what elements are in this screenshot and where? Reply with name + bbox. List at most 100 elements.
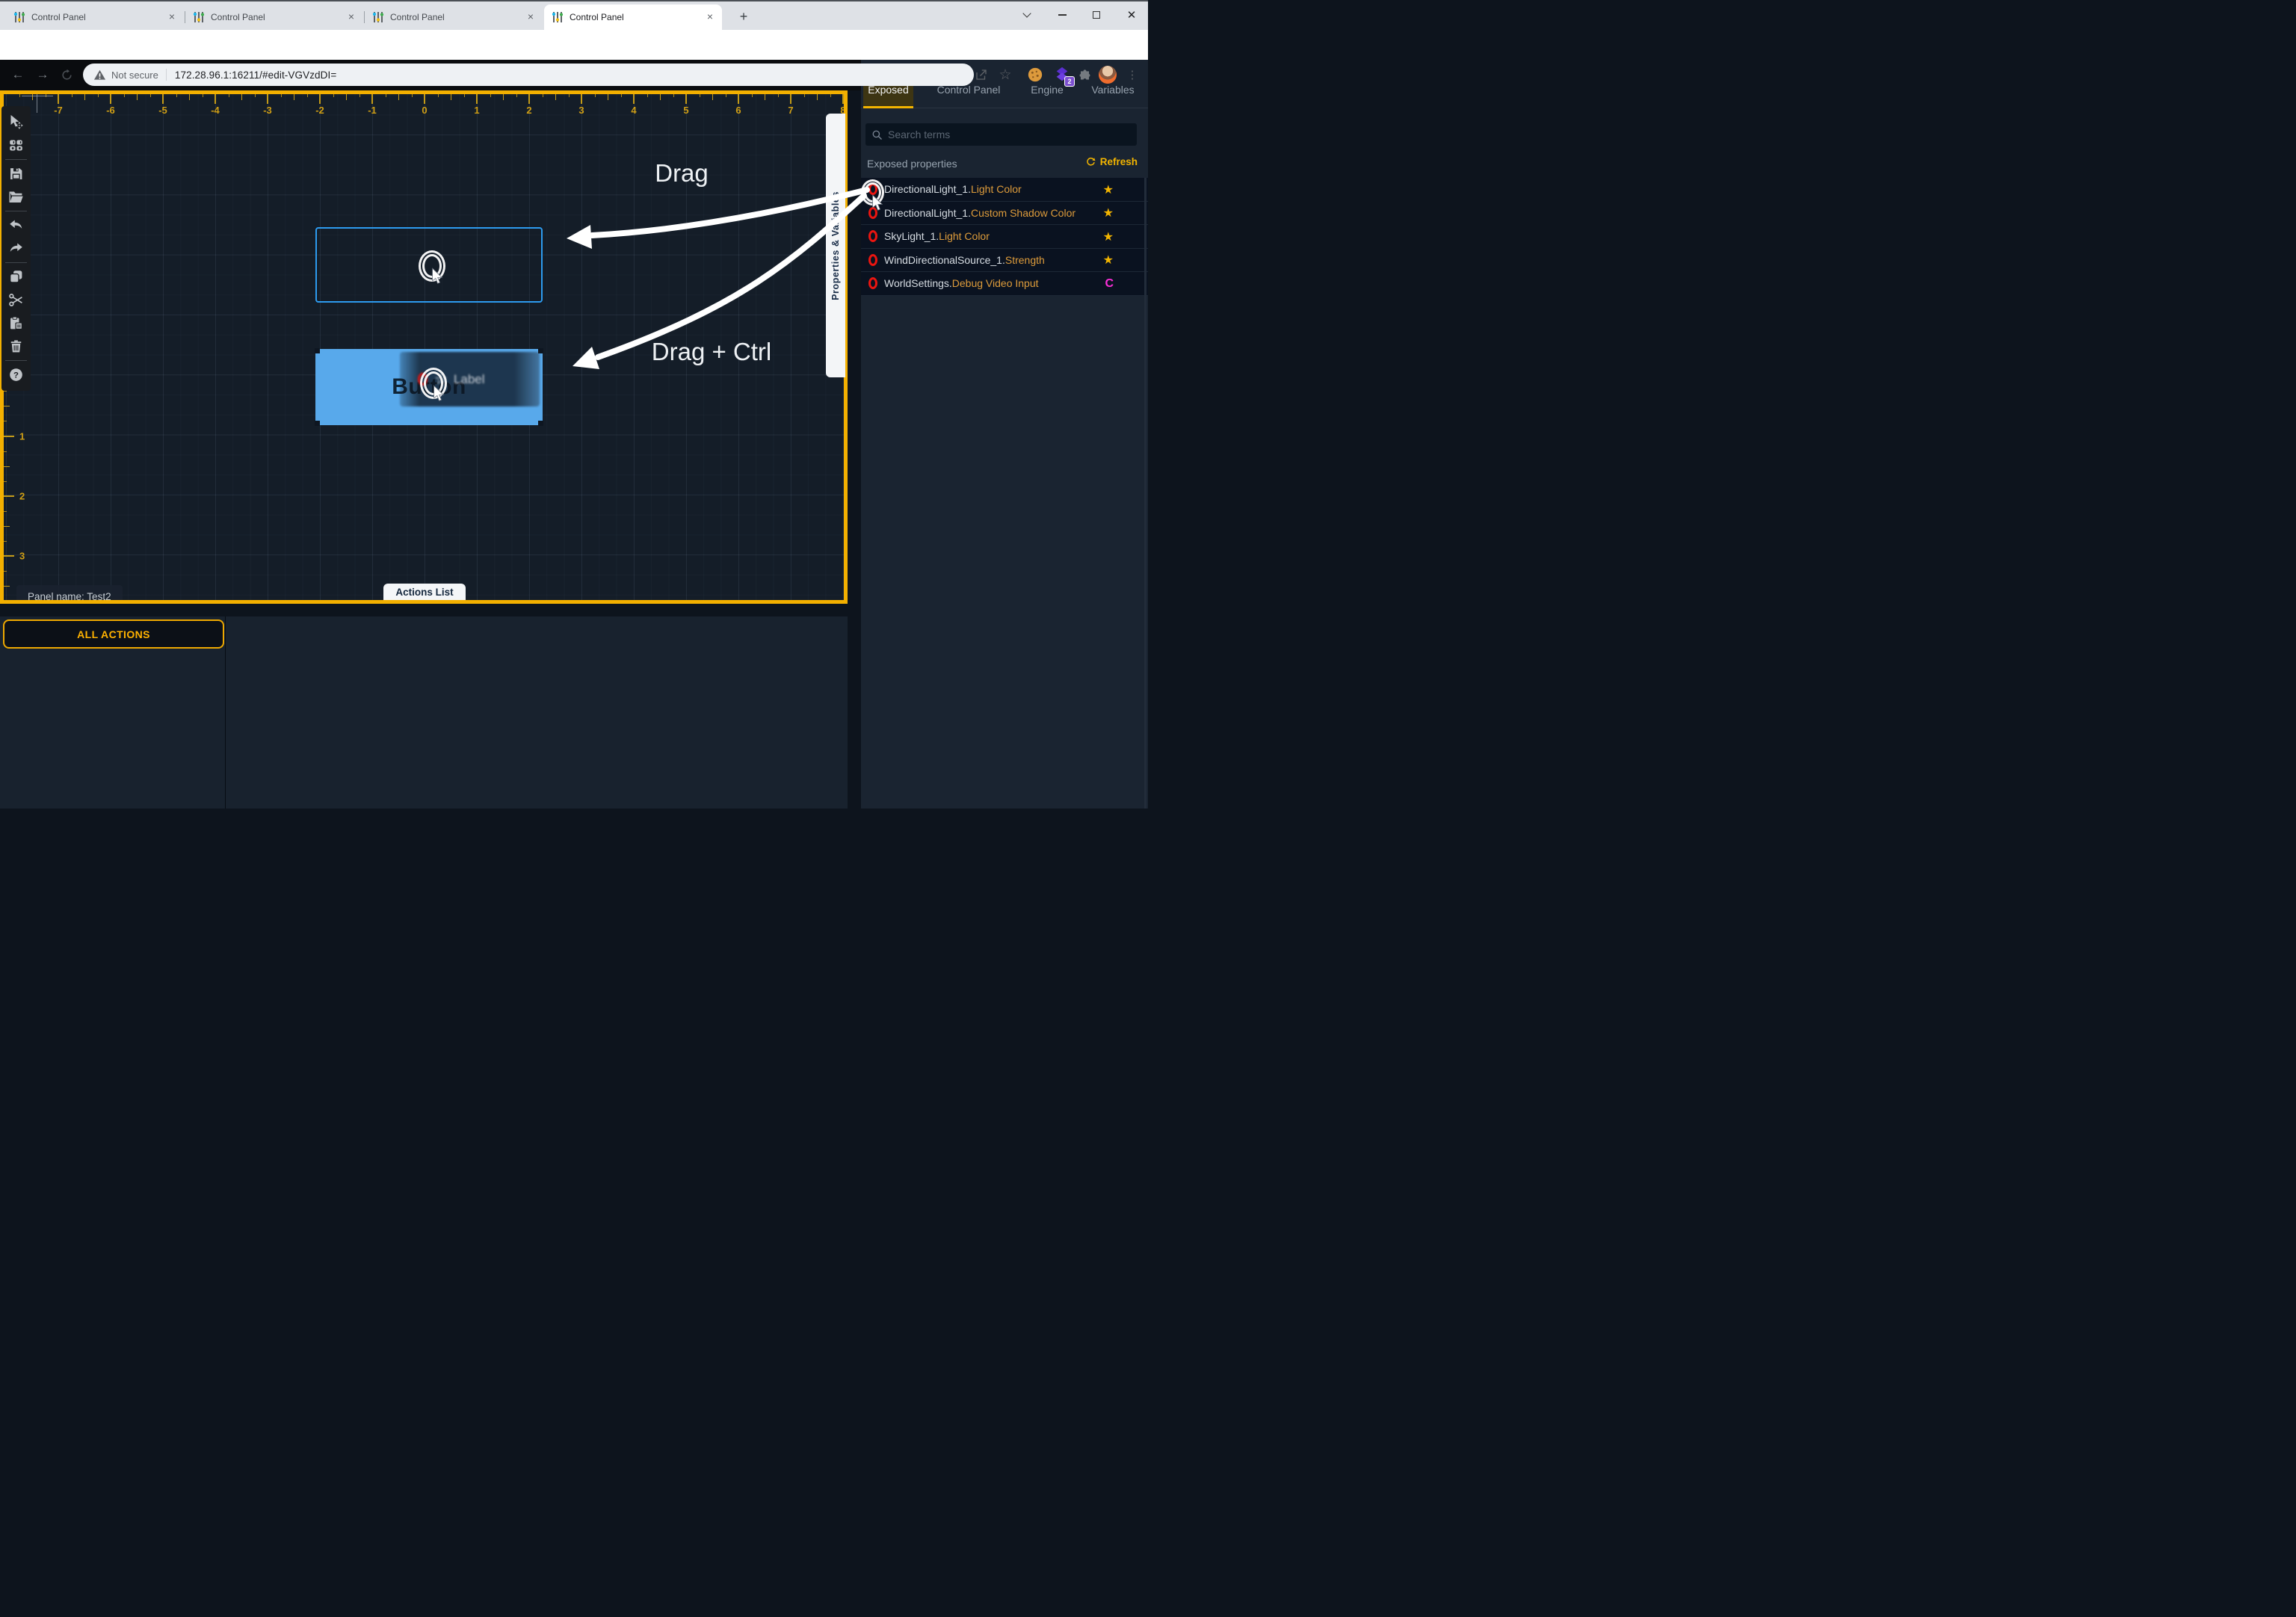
property-name: Strength (1005, 254, 1045, 266)
refresh-button[interactable]: Refresh (1085, 156, 1138, 167)
share-icon[interactable] (972, 65, 991, 84)
ruler-tick (4, 511, 7, 512)
property-row[interactable]: DirectionalLight_1.Custom Shadow Color ★ (861, 202, 1148, 226)
close-tab-icon[interactable]: × (166, 11, 178, 23)
property-name: Debug Video Input (952, 277, 1039, 289)
new-tab-button[interactable]: + (735, 9, 752, 25)
favorite-star-icon[interactable]: ★ (1103, 202, 1114, 225)
property-name: Light Color (971, 183, 1022, 195)
copy-icon[interactable] (1, 265, 31, 288)
profile-avatar[interactable] (1098, 65, 1117, 84)
search-input[interactable] (888, 129, 1131, 140)
tab-title: Control Panel (211, 12, 345, 22)
close-tab-icon[interactable]: × (525, 11, 537, 23)
select-move-icon[interactable] (1, 111, 31, 134)
property-row[interactable]: WindDirectionalSource_1.Strength ★ (861, 249, 1148, 273)
open-folder-icon[interactable] (1, 185, 31, 208)
search-icon (871, 129, 883, 140)
ruler-tick (4, 436, 14, 437)
close-tab-icon[interactable]: × (704, 11, 716, 23)
property-name: Custom Shadow Color (971, 207, 1076, 219)
url-field[interactable]: Not secure 172.28.96.1:16211/#edit-VGVzd… (83, 64, 974, 86)
ruler-tick (4, 571, 7, 572)
resize-handle[interactable] (538, 421, 543, 426)
refresh-label: Refresh (1100, 156, 1138, 167)
red-ring-icon[interactable] (868, 277, 877, 289)
ruler-tick (4, 541, 7, 542)
sidebar-scrollbar[interactable] (1144, 178, 1147, 808)
browser-tab-2[interactable]: Control Panel × (185, 4, 363, 30)
save-icon[interactable] (1, 162, 31, 185)
ruler-tick (4, 481, 7, 482)
favorite-star-icon[interactable]: ★ (1103, 225, 1114, 248)
control-panel-favicon (13, 11, 25, 23)
actions-panel-divider (225, 616, 226, 808)
browser-tab-1[interactable]: Control Panel × (6, 4, 184, 30)
mouse-cursor (433, 385, 445, 402)
exposed-properties-list: DirectionalLight_1.Light Color ★ Directi… (861, 178, 1148, 296)
extensions-puzzle-icon[interactable] (1075, 65, 1094, 84)
search-box[interactable] (865, 123, 1137, 146)
property-name: Light Color (939, 230, 990, 242)
panel-name-badge: Panel name: Test2 (16, 585, 123, 600)
chevron-down-icon[interactable] (1016, 7, 1038, 22)
exposed-properties-title: Exposed properties (867, 158, 957, 170)
ruler-tick (4, 466, 10, 467)
redo-icon[interactable] (1, 237, 31, 260)
browser-tab-4-active[interactable]: Control Panel × (544, 4, 722, 30)
maximize-button[interactable] (1085, 7, 1108, 22)
control-panel-app: ⚙ Read: Write: ▶ -7-6-5-4-3-2-1012345678… (0, 60, 1148, 808)
property-row[interactable]: WorldSettings.Debug Video Input C (861, 272, 1148, 296)
paste-icon[interactable] (1, 312, 31, 335)
properties-variables-label: Properties & Variables (830, 191, 841, 300)
mouse-cursor (431, 268, 444, 285)
browser-address-bar: ← → Not secure 172.28.96.1:16211/#edit-V… (0, 30, 1148, 60)
widgets-icon[interactable] (1, 134, 31, 157)
ruler-tick (4, 391, 7, 392)
forward-arrow-icon[interactable]: → (34, 66, 52, 84)
resize-handle[interactable] (315, 421, 320, 426)
drag-annotation: Drag (637, 159, 726, 188)
properties-variables-tab[interactable]: Properties & Variables (826, 114, 845, 377)
help-icon[interactable]: ? (1, 363, 31, 386)
undo-icon[interactable] (1, 214, 31, 237)
red-ring-icon[interactable] (868, 230, 877, 242)
url-divider (166, 69, 167, 81)
purple-extension-icon[interactable]: 2 (1052, 65, 1072, 84)
property-owner: SkyLight_1. (884, 230, 939, 242)
close-tab-icon[interactable]: × (345, 11, 357, 23)
resize-handle[interactable] (315, 348, 320, 353)
security-label[interactable]: Not secure (111, 69, 158, 81)
extension-badge: 2 (1064, 76, 1075, 87)
minimize-button[interactable] (1051, 7, 1073, 22)
favorite-star-icon[interactable]: ★ (1103, 249, 1114, 272)
cut-icon[interactable] (1, 288, 31, 312)
cookie-extension-icon[interactable] (1025, 65, 1045, 84)
ruler-tick (4, 495, 14, 497)
property-row[interactable]: DirectionalLight_1.Light Color ★ (861, 178, 1148, 202)
tab-title: Control Panel (570, 12, 704, 22)
ghost-label: Label (454, 372, 485, 387)
control-panel-favicon (552, 11, 564, 23)
all-actions-button[interactable]: ALL ACTIONS (3, 619, 224, 649)
window-top-border (0, 0, 1148, 1)
right-sidebar: Exposed Control Panel Engine Variables E… (861, 60, 1148, 808)
close-window-button[interactable]: ✕ (1120, 7, 1143, 22)
toolbar-divider (5, 360, 27, 361)
back-arrow-icon[interactable]: ← (9, 66, 27, 84)
reload-icon[interactable] (58, 66, 75, 84)
red-ring-icon[interactable] (868, 254, 877, 266)
ruler-label: 3 (19, 551, 25, 562)
property-row[interactable]: SkyLight_1.Light Color ★ (861, 225, 1148, 249)
kebab-menu-icon[interactable]: ⋮ (1123, 65, 1142, 84)
ruler-label: 1 (19, 430, 25, 442)
favorite-star-icon[interactable]: ★ (1103, 178, 1114, 201)
url-text[interactable]: 172.28.96.1:16211/#edit-VGVzdDI= (175, 69, 336, 81)
browser-tab-3[interactable]: Control Panel × (365, 4, 543, 30)
toolbar-divider (5, 262, 27, 263)
drag-ctrl-annotation: Drag + Ctrl (637, 338, 786, 366)
delete-trash-icon[interactable] (1, 335, 31, 358)
actions-list-tab[interactable]: Actions List (383, 584, 466, 600)
control-panel-favicon (193, 11, 205, 23)
bookmark-star-icon[interactable]: ☆ (996, 65, 1015, 84)
